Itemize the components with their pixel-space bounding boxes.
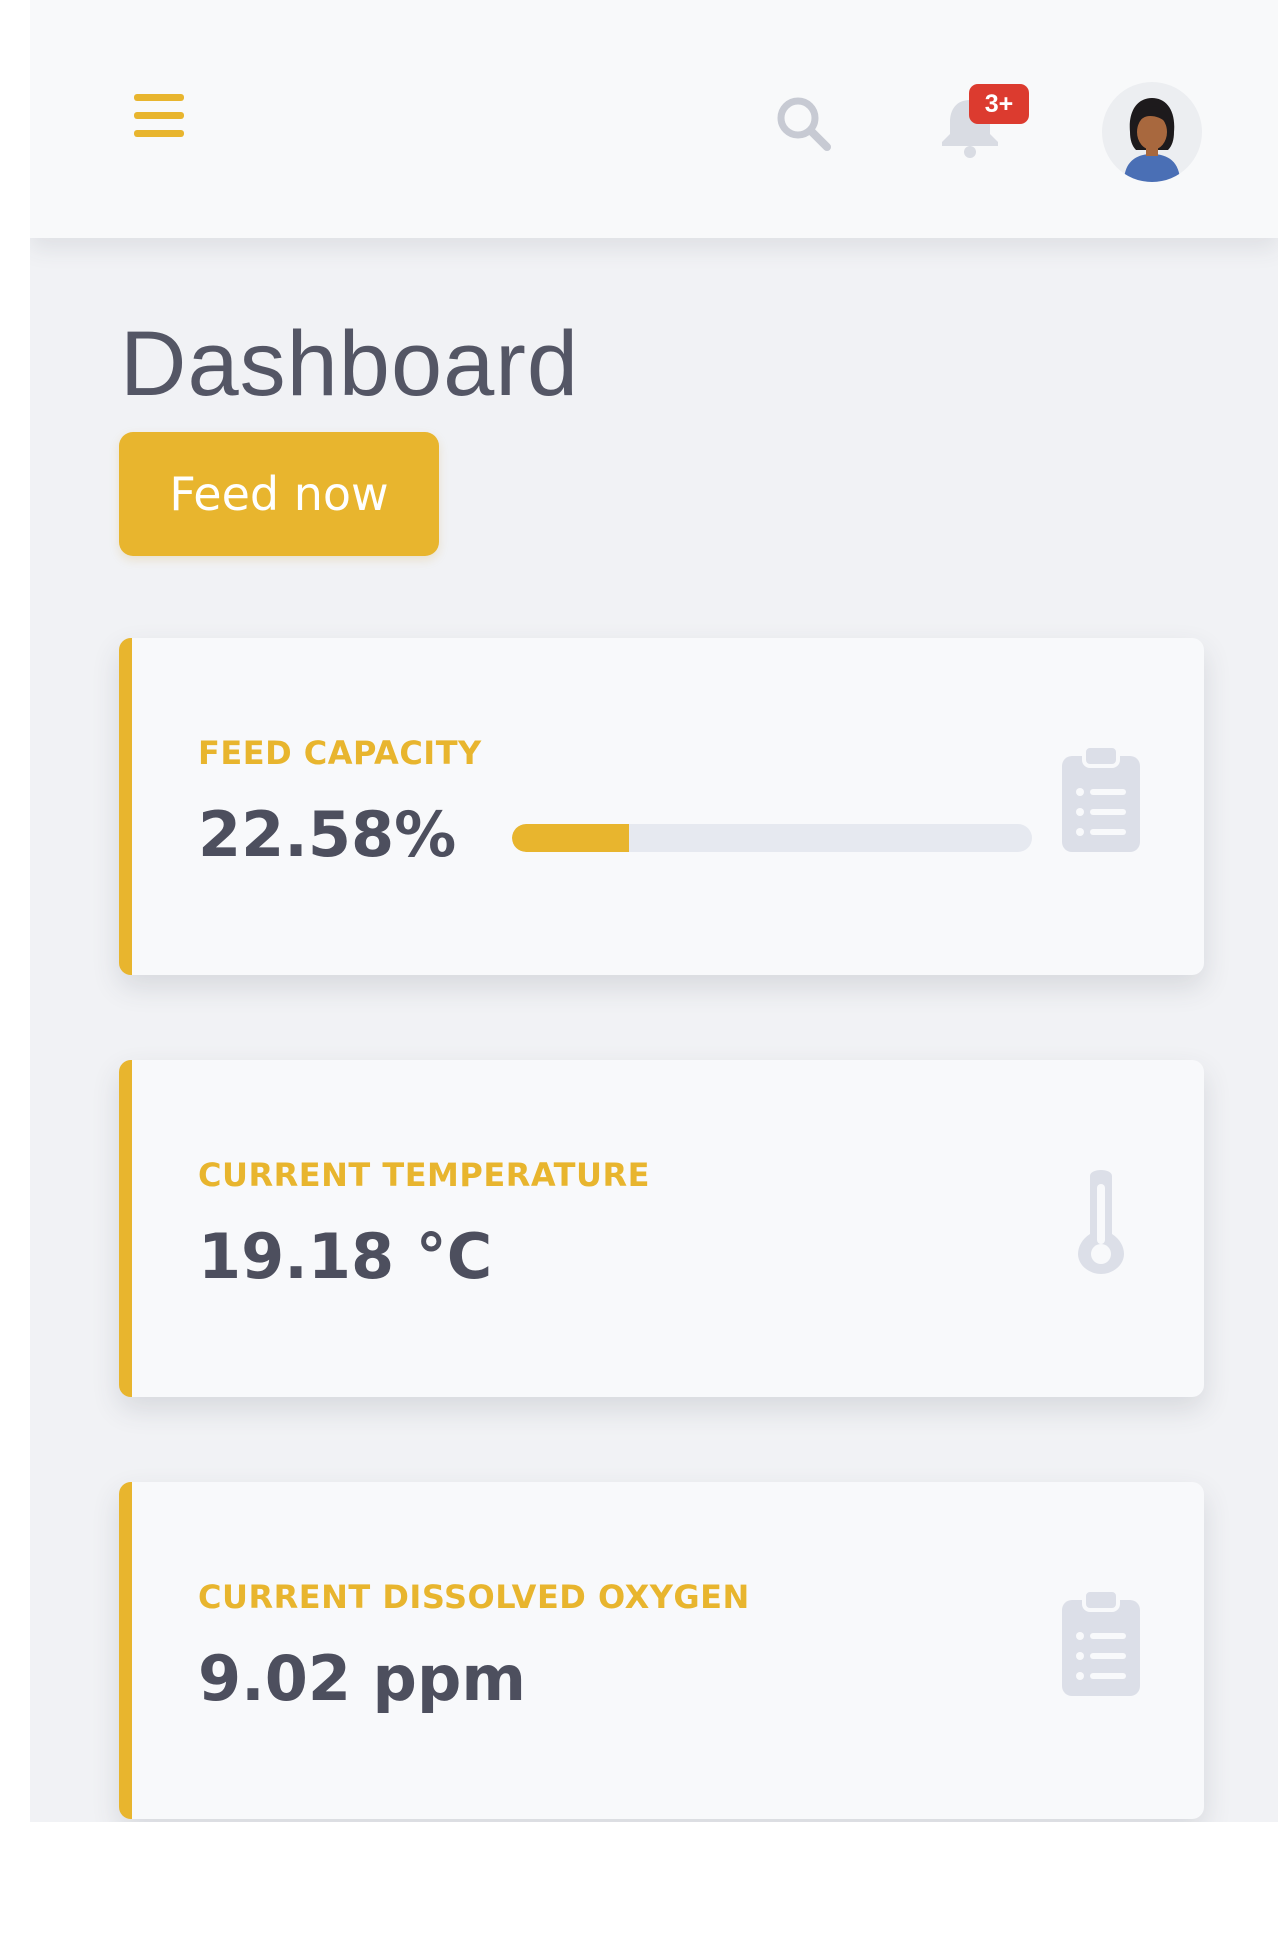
feed-now-button[interactable]: Feed now	[119, 432, 439, 556]
notification-badge: 3+	[969, 84, 1029, 124]
user-avatar[interactable]	[1102, 82, 1202, 182]
card-label: CURRENT DISSOLVED OXYGEN	[198, 1578, 750, 1616]
search-icon[interactable]	[772, 92, 836, 156]
clipboard-list-icon	[1058, 742, 1144, 854]
top-navbar: 3+	[30, 0, 1278, 238]
card-value: 22.58%	[198, 798, 457, 871]
clipboard-list-icon	[1058, 1586, 1144, 1698]
page-title: Dashboard	[120, 313, 580, 415]
hamburger-line	[134, 94, 184, 101]
hamburger-icon[interactable]	[134, 94, 184, 138]
hamburger-line	[134, 112, 184, 119]
card-label: FEED CAPACITY	[198, 734, 482, 772]
progress-fill	[512, 824, 630, 852]
card-value: 9.02 ppm	[198, 1642, 526, 1715]
hamburger-line	[134, 130, 184, 137]
card-label: CURRENT TEMPERATURE	[198, 1156, 650, 1194]
app-screen: 3+ Dashboard Feed now FEED CAPACITY 22.5…	[30, 0, 1278, 1822]
dissolved-oxygen-card: CURRENT DISSOLVED OXYGEN 9.02 ppm	[119, 1482, 1204, 1819]
temperature-card: CURRENT TEMPERATURE 19.18 °C	[119, 1060, 1204, 1397]
card-value: 19.18 °C	[198, 1220, 493, 1293]
thermometer-icon	[1058, 1164, 1144, 1276]
feed-capacity-progress-bar	[512, 824, 1032, 852]
feed-capacity-card: FEED CAPACITY 22.58%	[119, 638, 1204, 975]
